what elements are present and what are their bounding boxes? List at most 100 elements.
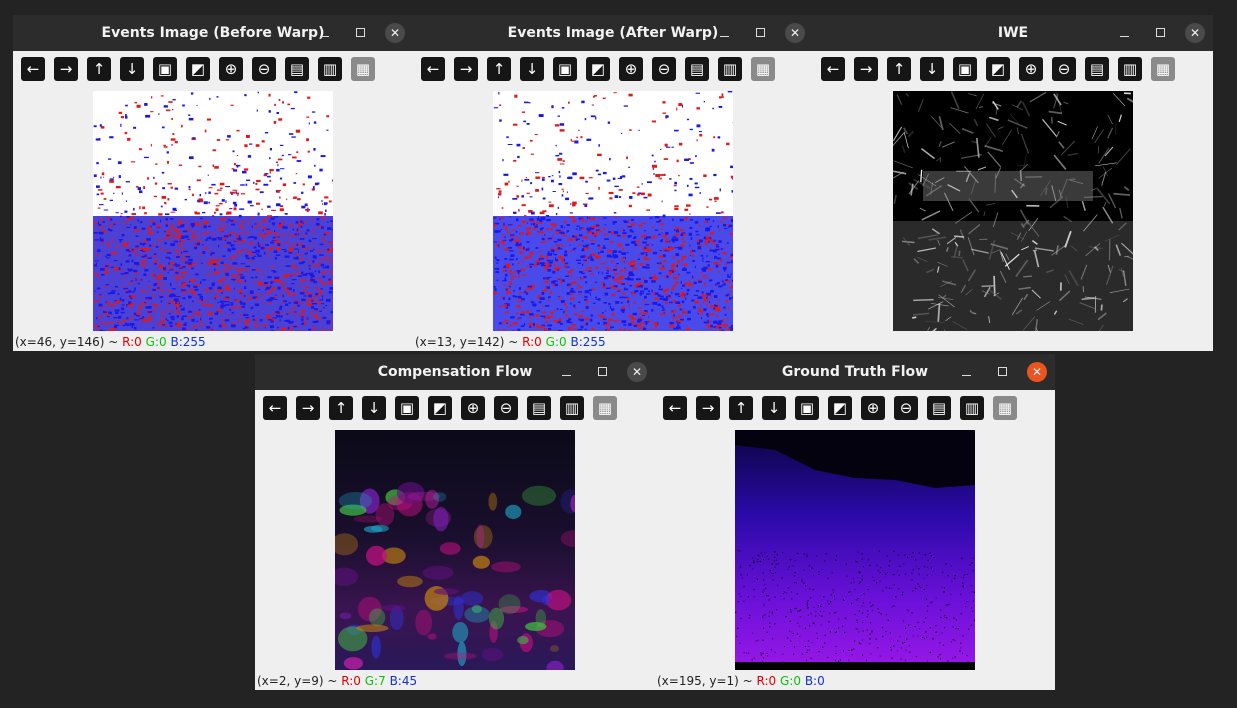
arrow-right-button[interactable]: → (696, 396, 720, 420)
arrow-up-button[interactable]: ↑ (487, 57, 511, 81)
texture-mark (317, 277, 321, 279)
image-button[interactable]: ▣ (153, 57, 177, 81)
zoom-in-button[interactable]: ⊕ (619, 57, 643, 81)
close-button[interactable]: ✕ (785, 23, 805, 43)
texture-mark (763, 579, 765, 581)
image-button[interactable]: ▣ (953, 57, 977, 81)
maximize-button[interactable] (593, 362, 613, 382)
events-image-before[interactable] (93, 91, 338, 334)
zoom-in-button[interactable]: ⊕ (219, 57, 243, 81)
clipboard-button[interactable]: ▥ (1118, 57, 1142, 81)
minimize-button[interactable] (1115, 23, 1135, 43)
texture-mark (699, 131, 702, 133)
maximize-button[interactable] (751, 23, 771, 43)
arrow-down-button[interactable]: ↓ (520, 57, 544, 81)
texture-mark (307, 150, 310, 153)
texture-mark (508, 270, 512, 273)
save-button[interactable]: ▤ (285, 57, 309, 81)
minimize-button[interactable] (557, 362, 577, 382)
maximize-button[interactable] (351, 23, 371, 43)
titlebar[interactable]: Compensation Flow ✕ (255, 354, 655, 390)
texture-mark (700, 313, 703, 315)
image-button[interactable]: ▣ (395, 396, 419, 420)
save-button[interactable]: ▤ (685, 57, 709, 81)
clipboard-button[interactable]: ▥ (560, 396, 584, 420)
properties-button[interactable]: ▦ (351, 57, 375, 81)
minimize-button[interactable] (315, 23, 335, 43)
properties-button[interactable]: ▦ (751, 57, 775, 81)
arrow-right-button[interactable]: → (454, 57, 478, 81)
arrow-left-button[interactable]: ← (663, 396, 687, 420)
image-settings-button[interactable]: ◩ (986, 57, 1010, 81)
iwe-image[interactable] (885, 91, 1149, 345)
texture-mark (96, 162, 99, 165)
image-button[interactable]: ▣ (795, 396, 819, 420)
texture-mark (602, 318, 607, 321)
zoom-out-button[interactable]: ⊖ (252, 57, 276, 81)
arrow-left-button[interactable]: ← (821, 57, 845, 81)
arrow-right-button[interactable]: → (296, 396, 320, 420)
image-settings-button[interactable]: ◩ (828, 396, 852, 420)
arrow-right-button[interactable]: → (54, 57, 78, 81)
zoom-out-button[interactable]: ⊖ (1052, 57, 1076, 81)
arrow-up-button[interactable]: ↑ (887, 57, 911, 81)
zoom-out-button[interactable]: ⊖ (652, 57, 676, 81)
image-settings-button[interactable]: ◩ (428, 396, 452, 420)
properties-button[interactable]: ▦ (1151, 57, 1175, 81)
texture-mark (732, 178, 736, 180)
zoom-in-button[interactable]: ⊕ (461, 396, 485, 420)
texture-mark (308, 122, 310, 125)
minimize-button[interactable] (715, 23, 735, 43)
texture-mark (321, 303, 324, 305)
arrow-down-button[interactable]: ↓ (362, 396, 386, 420)
texture-mark (124, 210, 128, 213)
texture-mark (512, 276, 517, 278)
arrow-up-button[interactable]: ↑ (729, 396, 753, 420)
arrow-left-button[interactable]: ← (263, 396, 287, 420)
image-settings-button[interactable]: ◩ (186, 57, 210, 81)
arrow-right-button[interactable]: → (854, 57, 878, 81)
save-button[interactable]: ▤ (1085, 57, 1109, 81)
arrow-down-button[interactable]: ↓ (920, 57, 944, 81)
properties-button[interactable]: ▦ (993, 396, 1017, 420)
close-button[interactable]: ✕ (1185, 23, 1205, 43)
zoom-in-button[interactable]: ⊕ (1019, 57, 1043, 81)
image-settings-button[interactable]: ◩ (586, 57, 610, 81)
zoom-out-button[interactable]: ⊖ (894, 396, 918, 420)
maximize-button[interactable] (1151, 23, 1171, 43)
zoom-out-button[interactable]: ⊖ (494, 396, 518, 420)
texture-mark (714, 262, 719, 265)
titlebar[interactable]: Ground Truth Flow ✕ (655, 354, 1055, 390)
arrow-left-button[interactable]: ← (21, 57, 45, 81)
titlebar[interactable]: Events Image (Before Warp) ✕ (13, 15, 413, 51)
arrow-left-button[interactable]: ← (421, 57, 445, 81)
clipboard-button[interactable]: ▥ (960, 396, 984, 420)
properties-button[interactable]: ▦ (593, 396, 617, 420)
save-button[interactable]: ▤ (927, 396, 951, 420)
minimize-button[interactable] (957, 362, 977, 382)
texture-mark (541, 263, 543, 267)
image-button[interactable]: ▣ (553, 57, 577, 81)
close-button[interactable]: ✕ (385, 23, 405, 43)
arrow-up-button[interactable]: ↑ (329, 396, 353, 420)
events-image-after[interactable] (493, 91, 737, 334)
titlebar[interactable]: Events Image (After Warp) ✕ (413, 15, 813, 51)
zoom-in-button[interactable]: ⊕ (861, 396, 885, 420)
titlebar[interactable]: IWE ✕ (813, 15, 1213, 51)
arrow-up-button[interactable]: ↑ (87, 57, 111, 81)
close-button[interactable]: ✕ (627, 362, 647, 382)
arrow-down-button[interactable]: ↓ (762, 396, 786, 420)
close-button[interactable]: ✕ (1027, 362, 1047, 382)
texture-mark (206, 118, 211, 121)
clipboard-button[interactable]: ▥ (718, 57, 742, 81)
ground-truth-flow-image[interactable] (735, 430, 976, 670)
texture-mark (569, 321, 573, 324)
texture-mark (954, 656, 956, 658)
compensation-flow-image[interactable] (329, 430, 588, 675)
texture-mark (692, 260, 695, 262)
clipboard-button[interactable]: ▥ (318, 57, 342, 81)
maximize-button[interactable] (993, 362, 1013, 382)
texture-mark (319, 168, 323, 172)
arrow-down-button[interactable]: ↓ (120, 57, 144, 81)
save-button[interactable]: ▤ (527, 396, 551, 420)
